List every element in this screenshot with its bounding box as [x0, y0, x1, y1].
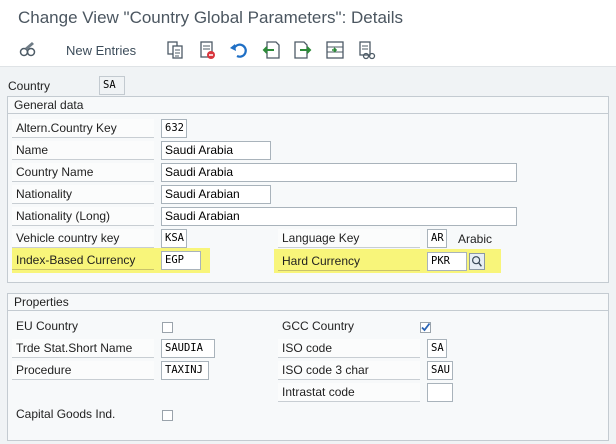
nationality-label: Nationality [12, 185, 154, 204]
eu-country-checkbox[interactable] [162, 322, 173, 333]
intrastat-code-label: Intrastat code [278, 383, 420, 402]
nationality-long-field[interactable]: Saudi Arabian [161, 207, 517, 226]
gcc-country-checkbox[interactable] [420, 322, 431, 333]
hard-currency-field[interactable]: PKR [427, 252, 467, 271]
language-key-field[interactable]: AR [427, 229, 447, 248]
index-based-currency-label: Index-Based Currency [12, 251, 154, 270]
search-icon [472, 256, 482, 267]
country-name-field[interactable]: Saudi Arabia [161, 163, 517, 182]
language-name-text: Arabic [458, 232, 493, 246]
iso-code-3-char-field[interactable]: SAU [427, 361, 453, 380]
capital-goods-ind-checkbox[interactable] [162, 410, 173, 421]
intrastat-code-field[interactable] [427, 383, 453, 402]
country-field: SA [99, 76, 125, 95]
value-help-button[interactable] [469, 253, 485, 270]
vehicle-country-key-label: Vehicle country key [12, 229, 154, 248]
procedure-label: Procedure [12, 361, 154, 380]
title-bar: Change View "Country Global Parameters":… [0, 0, 616, 36]
altern-country-key-field[interactable]: 632 [161, 119, 187, 138]
properties-title: Properties [8, 294, 608, 311]
display-change-icon[interactable] [16, 39, 38, 61]
application-toolbar: New Entries [0, 36, 616, 67]
trde-stat-short-name-label: Trde Stat.Short Name [12, 339, 154, 358]
delete-icon[interactable] [196, 39, 218, 61]
language-key-label: Language Key [278, 229, 420, 248]
undo-icon[interactable] [228, 39, 250, 61]
print-icon[interactable] [356, 39, 378, 61]
procedure-field[interactable]: TAXINJ [161, 361, 209, 380]
checkmark-icon [421, 322, 431, 332]
altern-country-key-label: Altern.Country Key [12, 119, 154, 138]
previous-entry-icon[interactable] [260, 39, 282, 61]
iso-code-3-char-label: ISO code 3 char [278, 361, 420, 380]
next-entry-icon[interactable] [292, 39, 314, 61]
new-entries-button[interactable]: New Entries [66, 43, 136, 58]
nationality-long-label: Nationality (Long) [12, 207, 154, 226]
index-based-currency-field[interactable]: EGP [161, 251, 201, 270]
trde-stat-short-name-field[interactable]: SAUDIA [161, 339, 215, 358]
general-data-title: General data [8, 97, 608, 114]
country-name-label: Country Name [12, 163, 154, 182]
country-label: Country [8, 79, 51, 93]
hard-currency-label: Hard Currency [278, 252, 420, 271]
capital-goods-ind-label: Capital Goods Ind. [16, 407, 116, 421]
vehicle-country-key-field[interactable]: KSA [161, 229, 187, 248]
iso-code-label: ISO code [278, 339, 420, 358]
name-field[interactable]: Saudi Arabia [161, 141, 271, 160]
name-label: Name [12, 141, 154, 160]
eu-country-label: EU Country [16, 319, 79, 333]
window-title: Change View "Country Global Parameters":… [18, 8, 403, 27]
nationality-field[interactable]: Saudi Arabian [161, 185, 271, 204]
iso-code-field[interactable]: SA [427, 339, 447, 358]
select-all-icon[interactable] [324, 39, 346, 61]
copy-as-icon[interactable] [164, 39, 186, 61]
gcc-country-label: GCC Country [282, 319, 355, 333]
